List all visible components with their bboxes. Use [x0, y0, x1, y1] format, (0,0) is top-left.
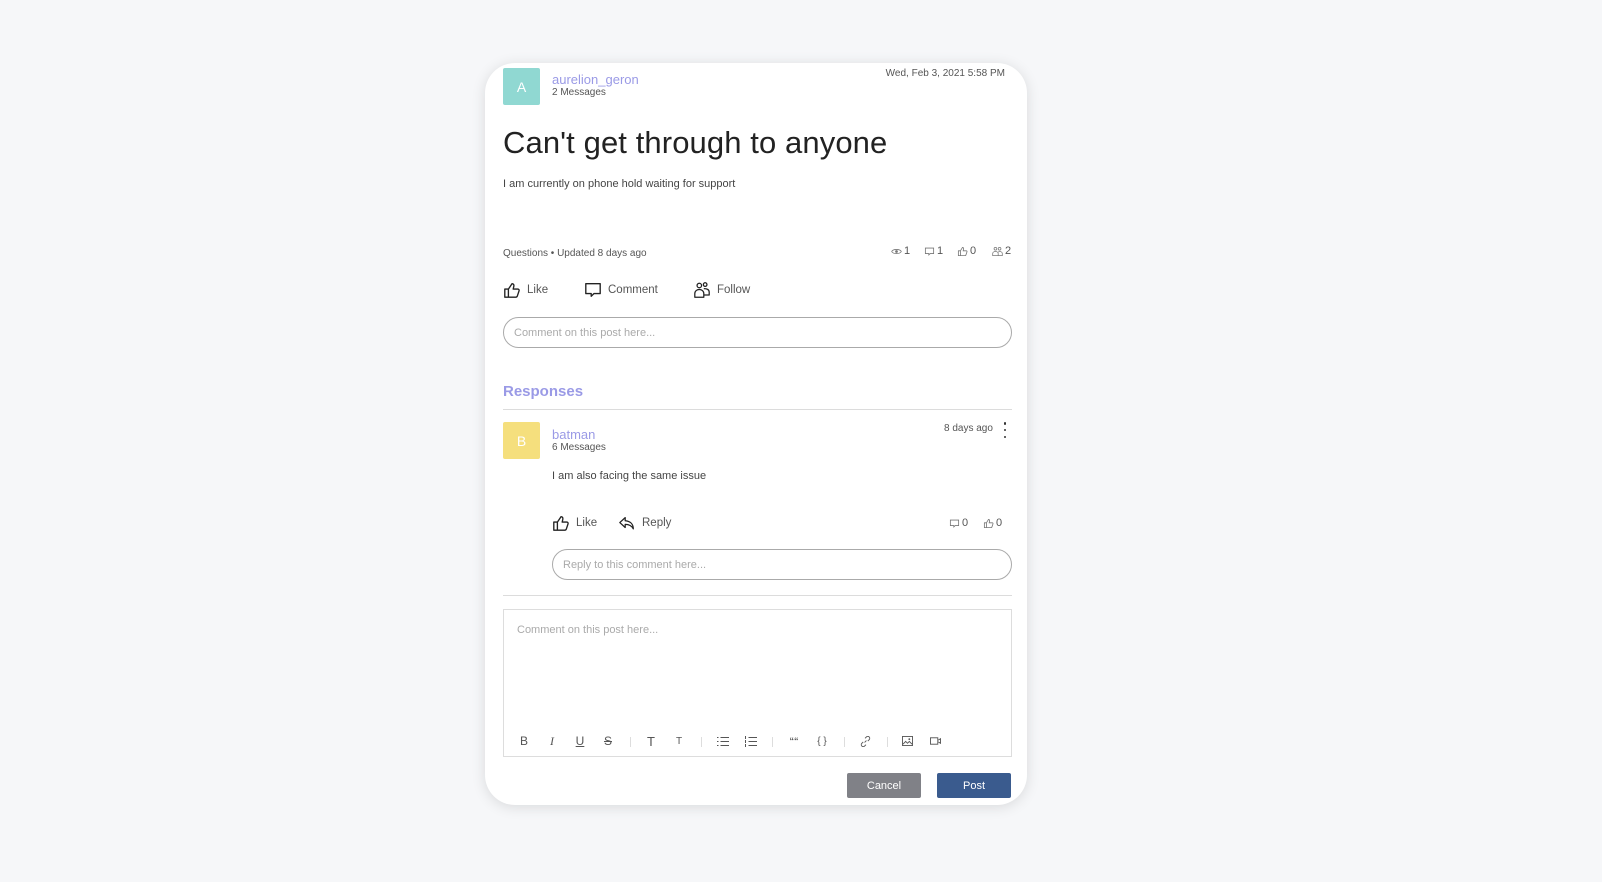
response-body: I am also facing the same issue: [552, 470, 707, 482]
code-icon[interactable]: { }: [815, 734, 829, 748]
comment-button[interactable]: Comment: [584, 281, 658, 299]
responses-heading: Responses: [503, 383, 584, 400]
response-like-label: Like: [576, 517, 598, 529]
post-comment-input[interactable]: [503, 317, 1012, 348]
response-comments-count: 0: [962, 517, 969, 529]
link-icon[interactable]: [858, 734, 872, 748]
follow-button[interactable]: Follow: [693, 281, 750, 299]
thumbs-up-icon: [553, 516, 569, 531]
follow-label: Follow: [717, 284, 751, 296]
toolbar-separator: [630, 737, 631, 747]
response-time: 8 days ago: [944, 423, 993, 434]
response-comments-stat: 0: [949, 517, 968, 529]
post-meta: Questions • Updated 8 days ago: [503, 248, 647, 259]
comments-stat: 1: [924, 245, 943, 257]
reply-input[interactable]: [552, 549, 1012, 580]
heading-small-icon[interactable]: T: [673, 734, 685, 748]
video-icon[interactable]: [928, 734, 942, 748]
thumbs-up-icon: [983, 518, 994, 528]
numbered-list-icon[interactable]: [744, 734, 758, 748]
cancel-button[interactable]: Cancel: [847, 773, 921, 798]
response-message-count: 6 Messages: [552, 442, 606, 453]
toolbar-separator: [887, 737, 888, 747]
comment-editor-input[interactable]: [504, 610, 1011, 720]
reply-label: Reply: [642, 517, 672, 529]
author-message-count: 2 Messages: [552, 87, 606, 98]
image-icon[interactable]: [900, 734, 914, 748]
more-options-icon[interactable]: [1000, 422, 1010, 438]
post-card: A aurelion_geron 2 Messages Wed, Feb 3, …: [485, 63, 1027, 805]
likes-count: 0: [970, 245, 977, 257]
like-label: Like: [527, 284, 549, 296]
bullet-list-icon[interactable]: [716, 734, 730, 748]
post-body: I am currently on phone hold waiting for…: [503, 178, 736, 190]
comment-editor: B I U S T T ““ { }: [503, 609, 1012, 757]
comment-icon: [924, 247, 935, 256]
like-button[interactable]: Like: [503, 281, 548, 299]
followers-icon: [992, 246, 1003, 256]
responses-divider: [503, 409, 1012, 410]
views-count: 1: [904, 245, 911, 257]
post-button[interactable]: Post: [937, 773, 1011, 798]
toolbar-separator: [772, 737, 773, 747]
toolbar-separator: [844, 737, 845, 747]
heading-large-icon[interactable]: T: [645, 734, 657, 749]
post-title: Can't get through to anyone: [503, 125, 888, 160]
reply-icon: [619, 516, 634, 530]
followers-count: 2: [1005, 245, 1012, 257]
likes-stat: 0: [957, 245, 976, 257]
response-author-name[interactable]: batman: [552, 427, 595, 442]
comment-icon: [585, 283, 601, 297]
response-likes-count: 0: [996, 517, 1003, 529]
italic-icon[interactable]: I: [546, 734, 558, 748]
quote-icon[interactable]: ““: [787, 734, 801, 748]
toolbar-separator: [701, 737, 702, 747]
follow-icon: [694, 282, 710, 298]
followers-stat: 2: [992, 245, 1011, 257]
underline-icon[interactable]: U: [574, 734, 586, 748]
comments-count: 1: [937, 245, 944, 257]
thumbs-up-icon: [957, 246, 968, 256]
author-avatar[interactable]: A: [503, 68, 540, 105]
response-avatar[interactable]: B: [503, 422, 540, 459]
bold-icon[interactable]: B: [518, 734, 530, 748]
response-like-button[interactable]: Like: [552, 514, 597, 532]
author-initial: A: [516, 78, 527, 95]
views-stat: 1: [891, 245, 910, 257]
response-likes-stat: 0: [983, 517, 1002, 529]
thumbs-up-icon: [504, 283, 520, 298]
response-initial: B: [516, 432, 527, 449]
editor-divider: [503, 595, 1012, 596]
post-timestamp: Wed, Feb 3, 2021 5:58 PM: [885, 68, 1005, 79]
comment-icon: [949, 519, 960, 528]
strikethrough-icon[interactable]: S: [602, 734, 614, 748]
eye-icon: [891, 248, 902, 254]
reply-button[interactable]: Reply: [618, 514, 671, 532]
author-name[interactable]: aurelion_geron: [552, 72, 639, 87]
comment-label: Comment: [608, 284, 658, 296]
